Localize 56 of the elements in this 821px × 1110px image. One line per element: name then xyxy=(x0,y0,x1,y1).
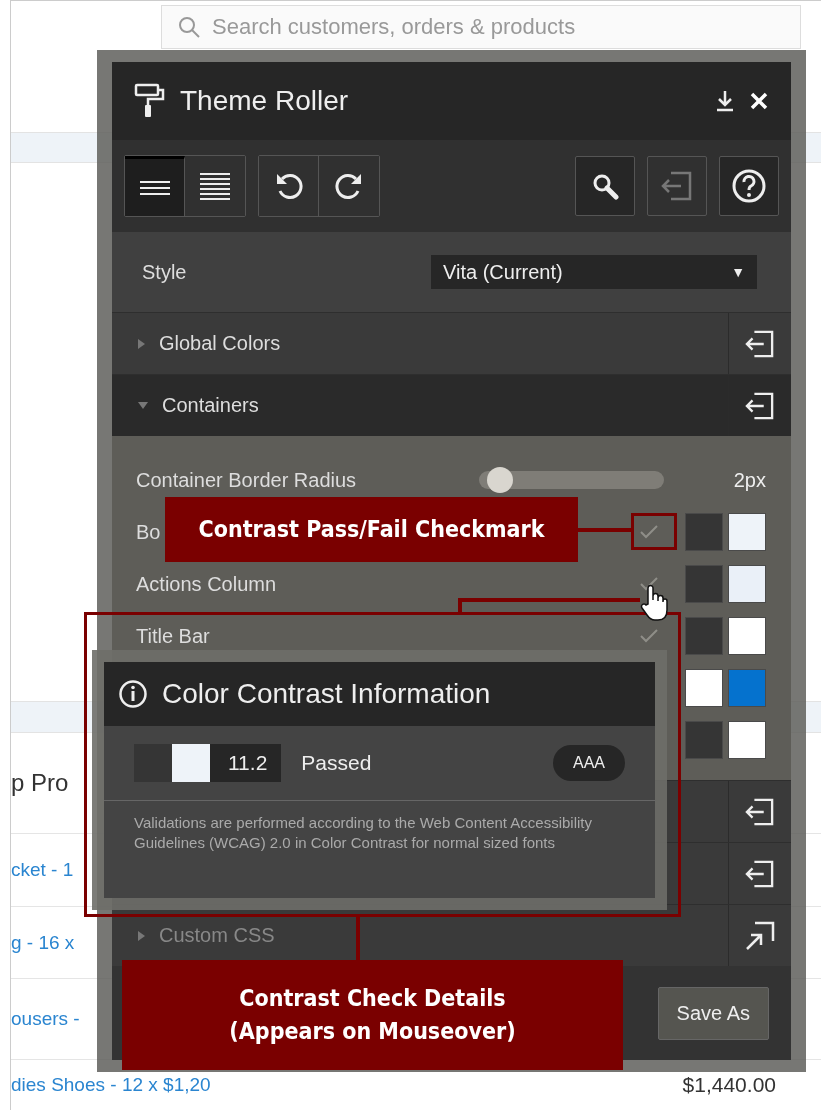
color-swatch[interactable] xyxy=(685,669,723,707)
color-swatch[interactable] xyxy=(685,513,723,551)
color-swatch[interactable] xyxy=(728,721,766,759)
color-swatch[interactable] xyxy=(728,565,766,603)
section-header[interactable]: Global Colors xyxy=(112,313,728,374)
save-as-button[interactable]: Save As xyxy=(657,986,769,1040)
annotation-label: Contrast Check Details (Appears on Mouseover) xyxy=(122,960,623,1070)
product-link[interactable]: ousers - xyxy=(11,1008,80,1031)
setting-label: Title Bar xyxy=(136,624,210,648)
help-button[interactable] xyxy=(719,156,779,216)
info-icon xyxy=(118,679,148,709)
color-swatch[interactable] xyxy=(685,617,723,655)
contrast-ratio: 11.2 xyxy=(210,744,282,782)
close-icon[interactable] xyxy=(749,91,769,111)
search-field[interactable]: Search customers, orders & products xyxy=(161,5,801,49)
info-note: Validations are performed according to the Web Content Accessibility Guidelines (WCAG) 2.0 in Color Contrast for normal sized fonts xyxy=(104,801,655,898)
leader-line xyxy=(578,528,632,532)
slider-value: 2px xyxy=(733,468,766,492)
color-swatch[interactable] xyxy=(728,669,766,707)
help-icon xyxy=(732,169,766,203)
revert-icon xyxy=(745,797,775,826)
dialog-title: Theme Roller xyxy=(180,85,350,117)
color-swatch[interactable] xyxy=(728,513,766,551)
highlight-outline xyxy=(631,513,677,550)
undo-button[interactable] xyxy=(259,156,319,216)
style-select[interactable]: Vita (Current) ▼ xyxy=(431,255,757,289)
grade-badge: AAA xyxy=(553,745,625,781)
product-link[interactable]: cket - 1 xyxy=(11,858,74,881)
view-mode-button[interactable] xyxy=(125,156,185,216)
list-icon xyxy=(200,172,230,200)
section-heading: p Pro xyxy=(11,769,69,798)
popup-title: Color Contrast Information xyxy=(162,678,491,710)
leader-line xyxy=(356,916,360,960)
revert-icon xyxy=(661,171,693,201)
slider-thumb[interactable] xyxy=(486,467,513,493)
revert-icon xyxy=(745,391,775,420)
setting-label: Actions Column xyxy=(136,572,277,596)
download-icon[interactable] xyxy=(715,90,735,112)
color-swatch[interactable] xyxy=(685,721,723,759)
annotation-label: Contrast Pass/Fail Checkmark xyxy=(165,497,578,562)
arrow-out-icon xyxy=(745,920,775,951)
product-link[interactable]: g - 16 x xyxy=(11,931,75,954)
search-icon xyxy=(591,172,619,200)
style-label: Style xyxy=(142,260,188,284)
setting-label: Bo xyxy=(136,520,161,544)
paint-roller-icon xyxy=(134,83,166,119)
revert-icon xyxy=(745,329,775,358)
hand-cursor-icon xyxy=(640,584,668,622)
setting-label: Container Border Radius xyxy=(136,468,357,492)
color-swatch[interactable] xyxy=(728,617,766,655)
revert-icon xyxy=(745,859,775,888)
color-swatch[interactable] xyxy=(685,565,723,603)
search-button[interactable] xyxy=(575,156,635,216)
amount-text: $1,440.00 xyxy=(682,1073,776,1098)
product-link[interactable]: dies Shoes - 12 x $1,20 xyxy=(11,1074,211,1097)
result-text: Passed xyxy=(301,751,372,775)
